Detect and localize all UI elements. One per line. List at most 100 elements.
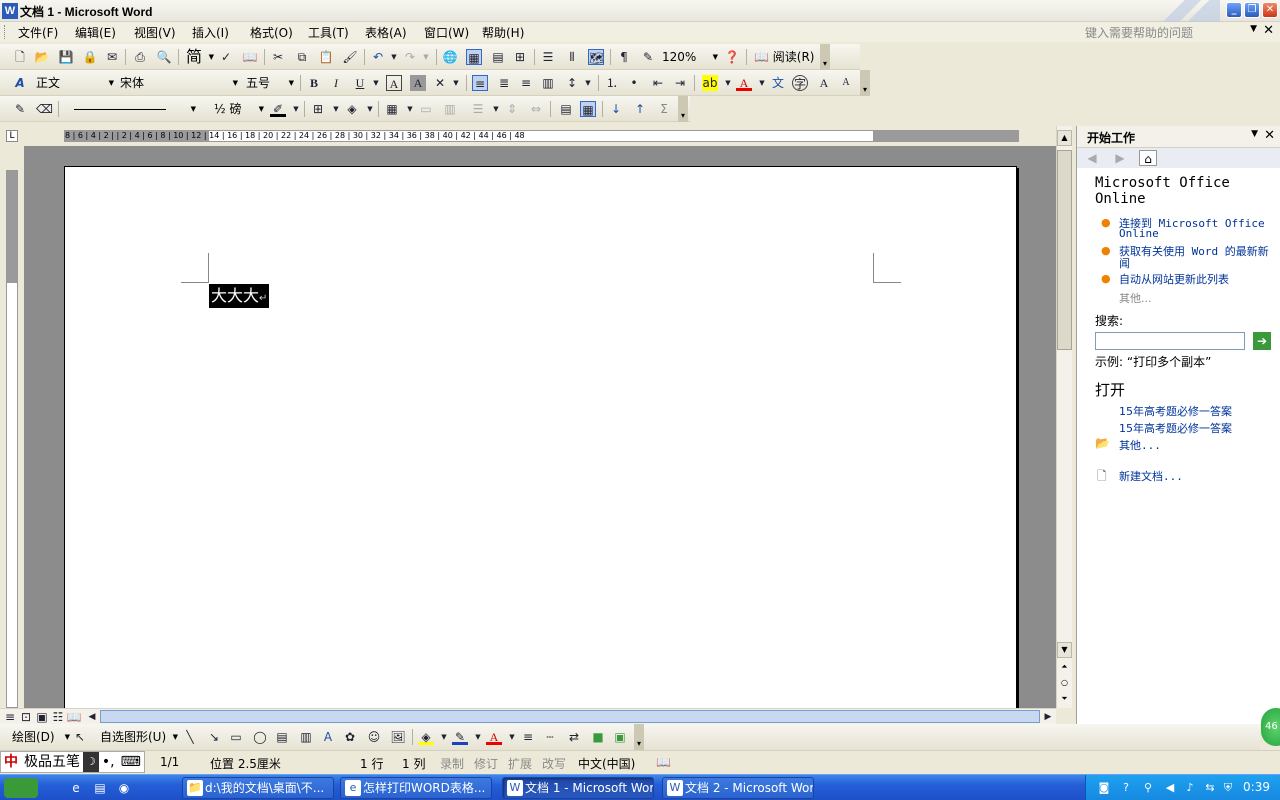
distribute-columns-icon[interactable]: ⇔ [528, 101, 544, 117]
font-size-dropdown[interactable]: 五号 ▼ [246, 74, 294, 92]
web-layout-icon[interactable]: ⊡ [18, 709, 34, 725]
ime-punctuation-icon[interactable]: •, [99, 752, 118, 772]
eraser-icon[interactable]: ⌫ [36, 101, 53, 117]
minimize-button[interactable]: _ [1226, 2, 1242, 18]
vertical-ruler-bar[interactable] [6, 170, 18, 708]
status-extend[interactable]: 扩展 [508, 755, 532, 772]
task-button-browser[interactable]: e 怎样打印WORD表格... [340, 777, 492, 799]
table-autoformat-icon[interactable]: ▤ [558, 101, 574, 117]
undo-dropdown-icon[interactable]: ▼ [386, 49, 402, 65]
menu-help[interactable]: 帮助(H) [482, 24, 524, 41]
line-style-icon[interactable]: ≡ [520, 729, 536, 745]
autosum-icon[interactable]: Σ [656, 101, 672, 117]
zoom-dropdown[interactable]: 120% ▼ [662, 48, 718, 66]
ime-logo-icon[interactable]: 中 [1, 752, 21, 772]
text-box-icon[interactable]: ▤ [274, 729, 290, 745]
tray-network-icon[interactable]: ⚲ [1140, 780, 1156, 796]
outline-view-icon[interactable]: ☷ [50, 709, 66, 725]
tray-help-icon[interactable]: ? [1118, 780, 1134, 796]
document-map-icon[interactable]: 🗺 [588, 49, 604, 65]
redo-dropdown-icon[interactable]: ▼ [418, 49, 434, 65]
selected-text[interactable]: 大大大↵ [209, 284, 270, 308]
ie-quicklaunch-icon[interactable]: e [68, 780, 84, 796]
3d-style-icon[interactable]: ▣ [612, 729, 628, 745]
tray-connection-icon[interactable]: ⇆ [1202, 780, 1218, 796]
shading-color-icon[interactable]: ◈ [344, 101, 360, 117]
borders-icon[interactable]: ⊞ [310, 101, 326, 117]
phonetic-guide-icon[interactable]: 文 [770, 75, 786, 91]
tables-borders-icon[interactable]: ▦ [466, 49, 482, 65]
arrow-style-icon[interactable]: ⇄ [566, 729, 582, 745]
align-right-icon[interactable]: ≡ [518, 75, 534, 91]
line-icon[interactable]: ╲ [182, 729, 198, 745]
status-overtype[interactable]: 改写 [542, 755, 566, 772]
italic-icon[interactable]: I [328, 75, 344, 91]
cut-icon[interactable]: ✂ [270, 49, 286, 65]
decrease-indent-icon[interactable]: ⇤ [650, 75, 666, 91]
rectangle-icon[interactable]: ▭ [228, 729, 244, 745]
draw-menu-button[interactable]: 绘图(D) ▼ [12, 728, 70, 746]
font-color-icon[interactable]: A [736, 75, 752, 91]
search-input[interactable] [1095, 332, 1245, 350]
media-quicklaunch-icon[interactable]: ◉ [116, 780, 132, 796]
fill-color-dropdown-icon[interactable]: ▼ [436, 729, 452, 745]
highlight-dropdown-icon[interactable]: ▼ [720, 75, 736, 91]
document-page[interactable]: 大大大↵ [64, 166, 1017, 708]
scroll-right-icon[interactable]: ▶ [1040, 709, 1056, 725]
menu-edit[interactable]: 编辑(E) [75, 24, 116, 41]
toolbar-options-icon[interactable]: ▾ [678, 96, 688, 122]
latest-news-link-line2[interactable]: 闻 [1119, 255, 1130, 271]
numbering-icon[interactable]: ⒈ [604, 75, 620, 91]
normal-view-icon[interactable]: ≡ [2, 709, 18, 725]
menu-file[interactable]: 文件(F) [18, 24, 58, 41]
border-color-dropdown-icon[interactable]: ▼ [288, 101, 304, 117]
line-weight-dropdown[interactable]: ½ 磅 ▼ [214, 100, 264, 118]
merge-cells-icon[interactable]: ▭ [418, 101, 434, 117]
print-layout-icon[interactable]: ▣ [34, 709, 50, 725]
distribute-rows-icon[interactable]: ⇕ [504, 101, 520, 117]
undo-icon[interactable]: ↶ [370, 49, 386, 65]
character-shading-icon[interactable]: A [410, 75, 426, 91]
sort-ascending-icon[interactable]: ↓ [608, 101, 624, 117]
print-preview-icon[interactable]: 🔍 [156, 49, 172, 65]
line-style-dropdown[interactable]: ▼ [66, 100, 196, 118]
task-button-word-doc1[interactable]: W 文档 1 - Microsoft Word [502, 777, 654, 799]
ink-icon[interactable]: ✎ [640, 49, 656, 65]
forward-icon[interactable]: ▶ [1111, 150, 1129, 166]
distributed-icon[interactable]: ▥ [540, 75, 556, 91]
scroll-up-icon[interactable]: ▲ [1057, 130, 1072, 146]
back-icon[interactable]: ◀ [1083, 150, 1101, 166]
vertical-scroll-thumb[interactable] [1057, 150, 1072, 350]
research-icon[interactable]: 📖 [242, 49, 258, 65]
hyperlink-icon[interactable]: 🌐 [442, 49, 458, 65]
scroll-down-icon[interactable]: ▼ [1057, 642, 1072, 658]
recent-file-link[interactable]: 15年高考题必修一答案 [1119, 420, 1232, 436]
character-scaling-icon[interactable]: ✕ [432, 75, 448, 91]
task-pane-dropdown-icon[interactable]: ▼ [1251, 129, 1258, 139]
autoshapes-menu-button[interactable]: 自选图形(U) ▼ [100, 728, 178, 746]
fill-color-icon[interactable]: ◈ [418, 729, 434, 745]
menu-tools[interactable]: 工具(T) [308, 24, 349, 41]
borders-dropdown-icon[interactable]: ▼ [328, 101, 344, 117]
tray-app-icon[interactable]: ◙ [1096, 780, 1112, 796]
status-record[interactable]: 录制 [440, 755, 464, 772]
select-browse-object-icon[interactable]: ○ [1057, 676, 1072, 692]
highlight-icon[interactable]: ab [702, 75, 718, 91]
new-document-link[interactable]: 新建文档... [1119, 468, 1183, 484]
save-icon[interactable]: 💾 [58, 49, 74, 65]
justify-icon[interactable]: ≡ [472, 75, 488, 91]
scroll-left-icon[interactable]: ◀ [84, 709, 100, 725]
ime-keyboard-icon[interactable]: ⌨ [118, 752, 144, 772]
reading-layout-icon[interactable]: 📖 [66, 709, 82, 725]
oval-icon[interactable]: ◯ [252, 729, 268, 745]
close-button[interactable]: ✕ [1262, 2, 1278, 18]
toolbar-options-icon[interactable]: ▾ [634, 724, 644, 750]
help-question-box[interactable]: 键入需要帮助的问题 ▼ [1085, 24, 1257, 40]
diagram-icon[interactable]: ✿ [342, 729, 358, 745]
draw-font-color-icon[interactable]: A [486, 729, 502, 745]
line-color-icon[interactable]: ✎ [452, 729, 468, 745]
latest-news-link[interactable]: 获取有关使用 Word 的最新新 [1119, 243, 1269, 259]
home-icon[interactable]: ⌂ [1139, 150, 1157, 166]
open-more-link[interactable]: 其他... [1119, 437, 1161, 453]
desktop-quicklaunch-icon[interactable]: ▤ [92, 780, 108, 796]
